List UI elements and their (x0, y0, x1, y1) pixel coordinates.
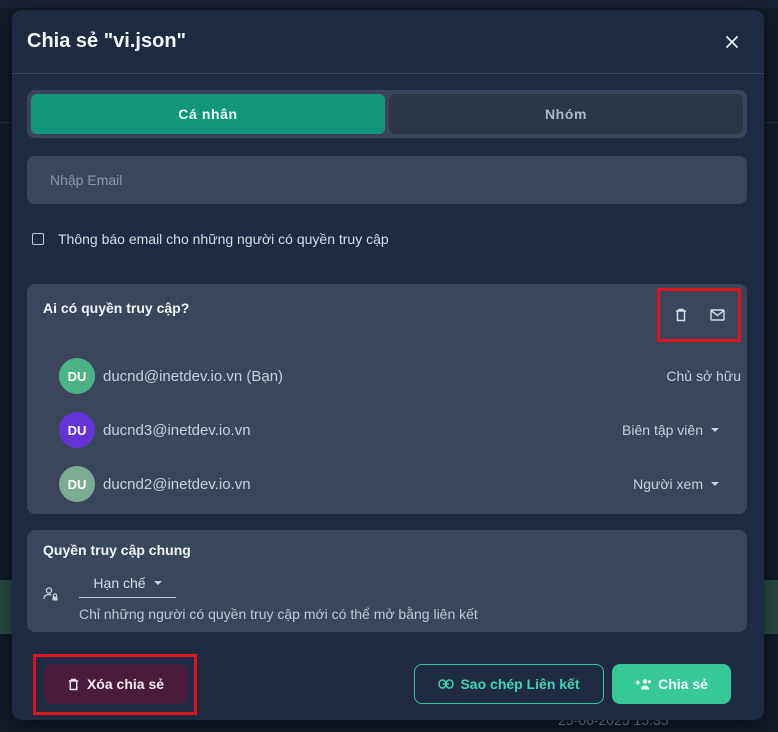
member-role-label: Người xem (633, 476, 703, 492)
close-icon (726, 36, 738, 48)
member-role: Chủ sở hữu (666, 368, 741, 384)
access-actions (657, 288, 741, 342)
mail-icon (709, 309, 725, 321)
person-lock-icon (43, 587, 58, 601)
member-row: DU ducnd@inetdev.io.vn (Bạn) Chủ sở hữu (59, 358, 741, 394)
member-role-dropdown[interactable]: Người xem (633, 476, 719, 492)
member-email: ducnd3@inetdev.io.vn (103, 421, 251, 439)
access-title: Ai có quyền truy cập? (43, 300, 190, 316)
link-icon (438, 679, 455, 689)
notify-label: Thông báo email cho những người có quyền… (58, 231, 389, 247)
caret-down-icon (153, 580, 162, 585)
tab-personal[interactable]: Cá nhân (31, 94, 385, 134)
share-button[interactable]: Chia sẻ (612, 664, 731, 704)
general-access-panel: Quyền truy cập chung Hạn chế Chỉ những n… (27, 530, 747, 632)
trash-icon (68, 678, 79, 690)
member-email: ducnd@inetdev.io.vn (Bạn) (103, 367, 284, 385)
general-access-title: Quyền truy cập chung (43, 542, 191, 558)
member-email: ducnd2@inetdev.io.vn (103, 475, 251, 493)
access-panel: Ai có quyền truy cập? DU ducnd@inetdev.i… (27, 284, 747, 514)
delete-share-label: Xóa chia sẻ (86, 676, 165, 692)
delete-highlight: Xóa chia sẻ (33, 654, 197, 715)
avatar: DU (59, 412, 95, 448)
share-tabs: Cá nhân Nhóm (27, 90, 747, 138)
background-row-left (0, 580, 12, 634)
tab-group[interactable]: Nhóm (389, 94, 743, 134)
general-access-description: Chỉ những người có quyền truy cập mới có… (79, 606, 478, 622)
general-access-select[interactable]: Hạn chế (79, 568, 176, 598)
avatar: DU (59, 466, 95, 502)
member-role-label: Chủ sở hữu (666, 368, 741, 384)
email-access-button[interactable] (708, 306, 726, 324)
delete-share-button[interactable]: Xóa chia sẻ (44, 664, 188, 704)
notify-option[interactable]: Thông báo email cho những người có quyền… (32, 231, 389, 247)
caret-down-icon (711, 428, 719, 432)
caret-down-icon (711, 482, 719, 486)
dialog-header: Chia sẻ "vi.json" (12, 10, 764, 74)
remove-access-button[interactable] (672, 306, 690, 324)
member-role-dropdown[interactable]: Biên tập viên (622, 422, 719, 438)
member-row: DU ducnd3@inetdev.io.vn Biên tập viên (59, 412, 719, 448)
close-button[interactable] (720, 30, 744, 54)
dialog-title: Chia sẻ "vi.json" (27, 30, 187, 52)
copy-link-button[interactable]: Sao chép Liên kết (414, 664, 604, 704)
member-role-label: Biên tập viên (622, 422, 703, 438)
share-label: Chia sẻ (658, 676, 708, 692)
background-strip (0, 0, 778, 8)
avatar: DU (59, 358, 95, 394)
copy-link-label: Sao chép Liên kết (460, 676, 580, 692)
email-input[interactable] (27, 156, 747, 204)
general-access-value: Hạn chế (93, 574, 146, 591)
add-group-icon (635, 679, 652, 690)
share-dialog: Chia sẻ "vi.json" Cá nhân Nhóm Thông báo… (12, 10, 764, 720)
notify-checkbox[interactable] (32, 233, 44, 245)
trash-icon (676, 308, 686, 322)
member-row: DU ducnd2@inetdev.io.vn Người xem (59, 466, 719, 502)
